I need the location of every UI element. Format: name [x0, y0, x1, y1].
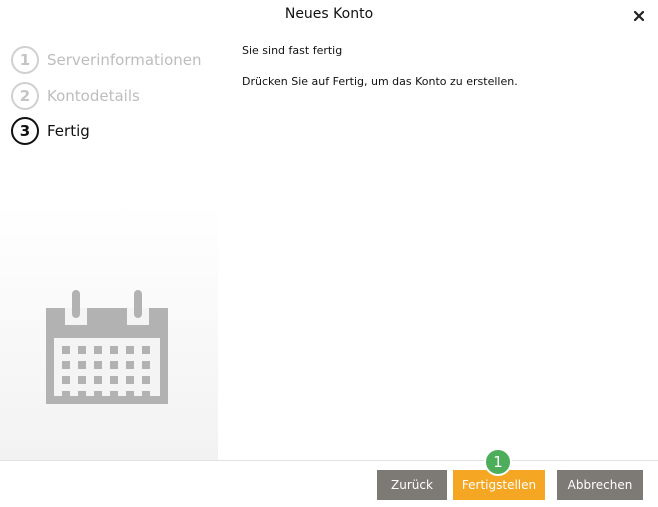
title-bar: Neues Konto — [0, 0, 658, 32]
close-icon — [633, 6, 645, 25]
cancel-button[interactable]: Abbrechen — [557, 470, 643, 500]
page-heading: Sie sind fast fertig — [242, 44, 343, 57]
footer-divider — [0, 460, 658, 461]
step-label: Kontodetails — [47, 87, 140, 105]
step-number: 2 — [11, 82, 39, 110]
wizard-content: Sie sind fast fertig Drücken Sie auf Fer… — [242, 44, 518, 88]
step-label: Fertig — [47, 122, 90, 140]
step-serverinformationen: 1 Serverinformationen — [11, 46, 202, 74]
calendar-icon — [46, 290, 168, 414]
step-marker-badge: 1 — [484, 448, 512, 476]
step-number: 1 — [11, 46, 39, 74]
step-label: Serverinformationen — [47, 51, 202, 69]
instruction-text: Drücken Sie auf Fertig, um das Konto zu … — [242, 75, 518, 88]
window-title: Neues Konto — [284, 6, 374, 22]
step-number: 3 — [11, 117, 39, 145]
wizard-sidebar: 1 Serverinformationen 2 Kontodetails 3 F… — [0, 32, 218, 460]
step-fertig: 3 Fertig — [11, 117, 90, 145]
back-button[interactable]: Zurück — [377, 470, 447, 500]
step-kontodetails: 2 Kontodetails — [11, 82, 140, 110]
close-button[interactable] — [628, 5, 650, 25]
